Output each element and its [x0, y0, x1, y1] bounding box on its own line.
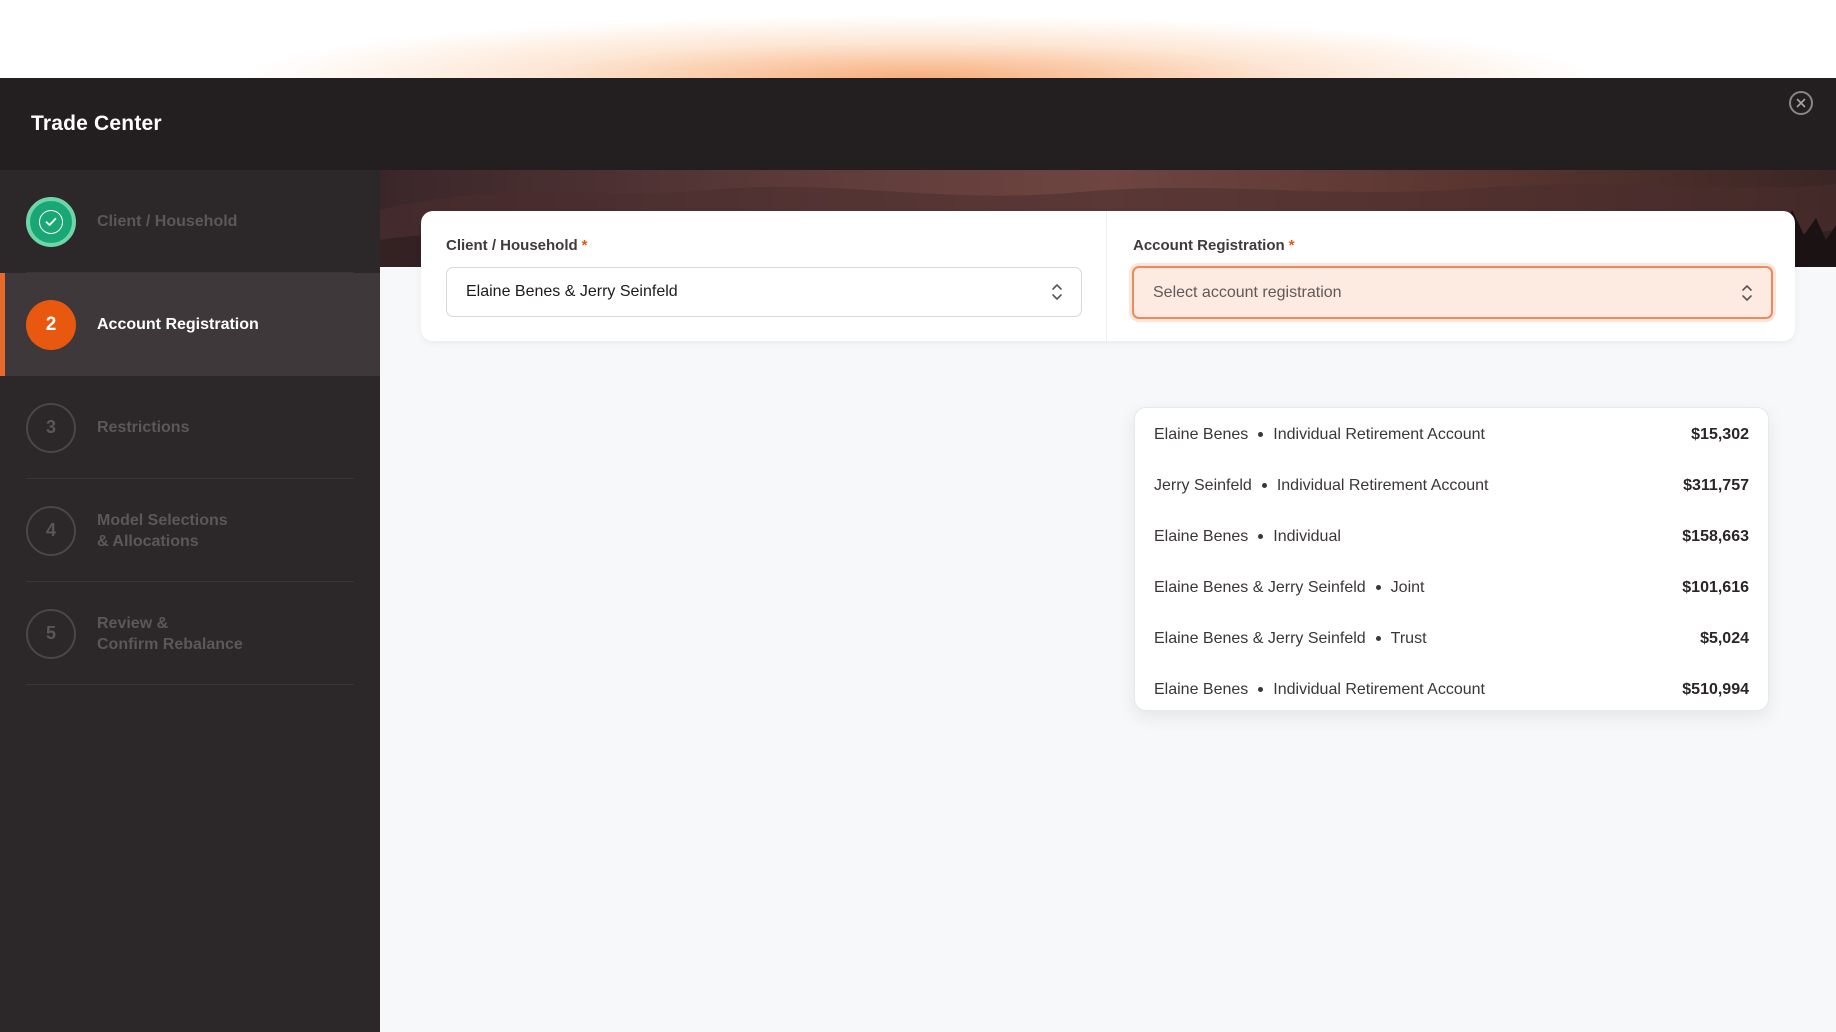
- top-glow: [0, 0, 1836, 78]
- option-amount: $510,994: [1682, 680, 1749, 698]
- step-label-line: Client / Household: [97, 213, 238, 230]
- step-label-line: Restrictions: [97, 419, 190, 436]
- step-client-household[interactable]: Client / Household: [0, 170, 380, 273]
- selection-card: Client / Household * Elaine Benes & Jerry…: [421, 211, 1795, 341]
- option-owner: Elaine Benes: [1154, 527, 1249, 545]
- option-type: Trust: [1390, 629, 1427, 647]
- option-type: Individual: [1273, 527, 1341, 545]
- step-label-line: Model Selections: [97, 511, 228, 529]
- client-household-value: Elaine Benes & Jerry Seinfeld: [466, 283, 678, 300]
- option-owner: Elaine Benes: [1154, 425, 1249, 443]
- step-label: Account Registration: [97, 314, 259, 335]
- option-type: Individual Retirement Account: [1276, 476, 1489, 494]
- label-text: Client / Household: [446, 237, 578, 254]
- step-account-registration[interactable]: 2 Account Registration: [0, 273, 380, 376]
- step-model-selections[interactable]: 4 Model Selections & Allocations: [0, 479, 380, 582]
- account-registration-dropdown: Elaine Benes Individual Retirement Accou…: [1134, 407, 1769, 711]
- option-amount: $101,616: [1682, 578, 1749, 596]
- option-type: Individual Retirement Account: [1273, 680, 1485, 698]
- bullet-separator: [1258, 534, 1264, 539]
- option-owner: Jerry Seinfeld: [1154, 476, 1252, 494]
- option-owner: Elaine Benes: [1154, 680, 1249, 698]
- step-number-badge: 2: [26, 299, 76, 350]
- step-label: Model Selections & Allocations: [97, 510, 228, 552]
- bullet-separator: [1258, 432, 1264, 437]
- chevron-up-down-icon: [1052, 284, 1062, 300]
- step-number-badge: 4: [26, 505, 76, 556]
- step-complete-badge: [26, 196, 76, 247]
- step-label: Client / Household: [97, 211, 237, 232]
- dropdown-option[interactable]: Elaine Benes & Jerry Seinfeld Joint $101…: [1135, 562, 1768, 613]
- divider: [1106, 211, 1107, 341]
- dropdown-option[interactable]: Elaine Benes Individual Retirement Accou…: [1135, 409, 1768, 460]
- step-label-line: Review &: [97, 614, 169, 632]
- dropdown-option[interactable]: Elaine Benes Individual Retirement Accou…: [1135, 664, 1768, 715]
- close-icon: [1796, 98, 1806, 108]
- step-label-line: Account Registration: [97, 316, 259, 333]
- account-registration-select[interactable]: Select account registration: [1132, 266, 1773, 319]
- step-label: Restrictions: [97, 417, 189, 438]
- bullet-separator: [1258, 687, 1264, 692]
- option-amount: $311,757: [1683, 476, 1749, 494]
- bullet-separator: [1375, 636, 1381, 641]
- label-text: Account Registration: [1133, 237, 1285, 254]
- step-number-badge: 3: [26, 402, 76, 453]
- option-owner: Elaine Benes & Jerry Seinfeld: [1154, 578, 1366, 596]
- option-amount: $5,024: [1700, 629, 1749, 647]
- check-icon: [45, 217, 57, 226]
- step-label-line: & Allocations: [97, 532, 199, 550]
- stepper-sidebar: Client / Household 2 Account Registratio…: [0, 170, 380, 1032]
- chevron-up-down-icon: [1742, 284, 1752, 301]
- account-registration-placeholder: Select account registration: [1153, 283, 1342, 301]
- step-label-line: Confirm Rebalance: [97, 635, 243, 653]
- client-household-label: Client / Household *: [446, 237, 588, 254]
- dropdown-option[interactable]: Jerry Seinfeld Individual Retirement Acc…: [1135, 460, 1768, 511]
- header: Trade Center: [0, 78, 1836, 170]
- option-amount: $158,663: [1682, 527, 1749, 545]
- account-registration-label: Account Registration *: [1133, 237, 1295, 254]
- step-restrictions[interactable]: 3 Restrictions: [0, 376, 380, 479]
- bullet-separator: [1261, 483, 1267, 488]
- option-type: Individual Retirement Account: [1273, 425, 1485, 443]
- step-review-confirm[interactable]: 5 Review & Confirm Rebalance: [0, 582, 380, 685]
- dropdown-option[interactable]: Elaine Benes & Jerry Seinfeld Trust $5,0…: [1135, 613, 1768, 664]
- client-household-select[interactable]: Elaine Benes & Jerry Seinfeld: [446, 267, 1082, 317]
- bullet-separator: [1375, 585, 1381, 590]
- page-title: Trade Center: [31, 112, 162, 135]
- option-type: Joint: [1390, 578, 1425, 596]
- close-button[interactable]: [1789, 91, 1813, 115]
- step-number-badge: 5: [26, 608, 76, 659]
- option-amount: $15,302: [1691, 425, 1749, 443]
- trade-center-window: Trade Center Client / Household 2 Accoun…: [0, 78, 1836, 1032]
- required-asterisk: *: [1288, 237, 1295, 254]
- option-owner: Elaine Benes & Jerry Seinfeld: [1154, 629, 1366, 647]
- dropdown-option[interactable]: Elaine Benes Individual $158,663: [1135, 511, 1768, 562]
- step-label: Review & Confirm Rebalance: [97, 613, 243, 655]
- required-asterisk: *: [581, 237, 588, 254]
